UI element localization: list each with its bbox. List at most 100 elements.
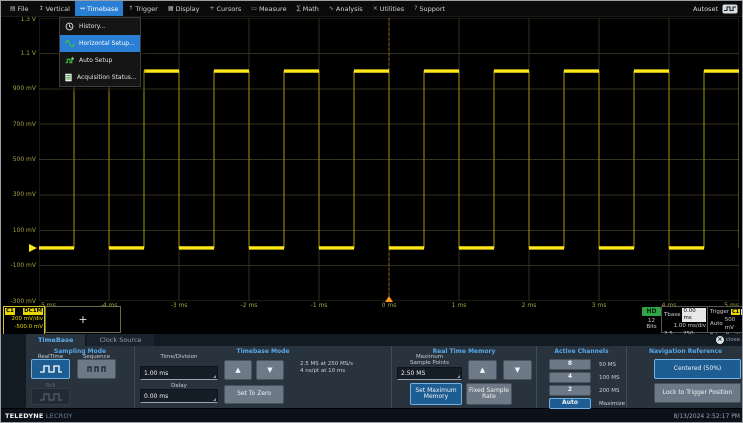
display-icon: ▦ bbox=[168, 5, 174, 12]
hd-badge: HD bbox=[642, 307, 661, 316]
utilities-icon: × bbox=[373, 5, 378, 12]
menu-item-display[interactable]: ▦Display bbox=[163, 1, 205, 16]
fixed-sample-rate-label: Fixed Sample Rate bbox=[468, 388, 510, 401]
file-icon: ▤ bbox=[10, 5, 16, 12]
hd-indicator: HD 12 Bits bbox=[642, 307, 661, 330]
roll-mode-button[interactable] bbox=[31, 388, 70, 405]
trigger-source-badge: C1 bbox=[731, 309, 740, 315]
horizontal-setup-icon bbox=[64, 39, 75, 48]
channel1-descriptor-top: C1 DC1M bbox=[5, 308, 43, 315]
tbase-label: Tbase bbox=[664, 311, 680, 319]
menu-item-utilities[interactable]: ×Utilities bbox=[368, 1, 410, 16]
active-channels-memory-label: 50 MS bbox=[599, 362, 616, 368]
timebase-summary-box[interactable]: Tbase 0.00 ms 1.00 ms/div 2.5 MS 250 MS/… bbox=[661, 306, 709, 333]
menu-item-analysis[interactable]: ∿Analysis bbox=[324, 1, 368, 16]
y-axis-tick-label: 100 mV bbox=[1, 227, 36, 234]
trigger-icon: ↑ bbox=[128, 5, 133, 12]
menu-item-trigger[interactable]: ↑Trigger bbox=[123, 1, 162, 16]
math-icon: ∑ bbox=[297, 5, 301, 12]
trigger-label: Trigger bbox=[710, 308, 729, 316]
autoset-button[interactable]: Autoset bbox=[693, 5, 718, 13]
menu-item-file[interactable]: ▤File bbox=[5, 1, 34, 16]
active-channels-row: 2200 MS bbox=[549, 385, 619, 396]
y-axis-tick-label: 300 mV bbox=[1, 191, 36, 198]
sequence-mode-button[interactable] bbox=[77, 359, 116, 379]
set-to-zero-button[interactable]: Set To Zero bbox=[224, 385, 284, 404]
y-axis-tick-label: 1.3 V bbox=[1, 16, 36, 23]
realtime-mode-button[interactable] bbox=[31, 359, 70, 379]
tab-timebase[interactable]: TimeBase bbox=[26, 334, 85, 346]
x-axis-tick-label: 3 ms bbox=[589, 302, 609, 309]
square-wave-icon bbox=[39, 364, 63, 374]
active-channels-title: Active Channels bbox=[537, 348, 626, 355]
history-clock-icon bbox=[64, 22, 75, 31]
menu-item-label: Cursors bbox=[217, 5, 242, 13]
menu-item-label: Trigger bbox=[135, 5, 157, 13]
menu-item-measure[interactable]: ▭Measure bbox=[246, 1, 291, 16]
tab-clock-source[interactable]: Clock Source bbox=[87, 334, 153, 346]
x-axis-tick-label: -2 ms bbox=[239, 302, 259, 309]
fixed-sample-rate-button[interactable]: Fixed Sample Rate bbox=[466, 383, 512, 405]
x-axis-tick-label: 2 ms bbox=[519, 302, 539, 309]
max-sample-points-field[interactable]: 2.50 MS bbox=[397, 367, 462, 380]
menu-item-label: Utilities bbox=[380, 5, 404, 13]
max-sample-points-label2: Sample Points bbox=[397, 360, 462, 366]
dropdown-item-label: Auto Setup bbox=[79, 57, 112, 64]
channel1-ground-level-marker[interactable] bbox=[29, 244, 37, 252]
x-axis-tick-label: 1 ms bbox=[449, 302, 469, 309]
active-channels-auto-button[interactable]: Auto bbox=[549, 398, 591, 409]
y-axis-tick-label: 1.1 V bbox=[1, 50, 36, 57]
time-division-increase-button[interactable]: ▲ bbox=[224, 360, 252, 380]
y-axis-tick-label: 900 mV bbox=[1, 85, 36, 92]
active-channels-row: 8 50 MS bbox=[549, 359, 616, 370]
brand-primary: TELEDYNE bbox=[5, 412, 44, 420]
active-channels-row: 4100 MS bbox=[549, 372, 619, 383]
menu-item-horizontal-setup[interactable]: Horizontal Setup... bbox=[60, 35, 140, 52]
lock-to-trigger-position-button[interactable]: Lock to Trigger Position bbox=[654, 383, 741, 403]
set-maximum-memory-button[interactable]: Set Maximum Memory bbox=[410, 383, 462, 405]
lecroy-logo-icon[interactable] bbox=[722, 0, 738, 18]
menu-item-support[interactable]: ?Support bbox=[409, 1, 450, 16]
set-maximum-memory-label: Set Maximum Memory bbox=[412, 388, 460, 401]
menu-item-acquisition-status[interactable]: Acquisition Status... bbox=[60, 69, 140, 86]
active-channels-8-button[interactable]: 8 bbox=[549, 359, 591, 370]
add-trace-button[interactable]: + bbox=[45, 306, 121, 333]
trigger-summary-box[interactable]: Trigger C1 DC Auto 500 mV Edge Positive bbox=[707, 306, 743, 333]
delay-field[interactable]: 0.00 ms bbox=[140, 389, 218, 403]
dialog-close-button[interactable]: × close bbox=[716, 336, 740, 344]
y-axis-tick-label: 500 mV bbox=[1, 156, 36, 163]
y-axis-tick-label: -300 mV bbox=[1, 298, 36, 305]
menu-item-cursors[interactable]: +Cursors bbox=[204, 1, 246, 16]
trigger-time-marker[interactable] bbox=[385, 296, 393, 302]
cursors-icon: + bbox=[209, 5, 214, 12]
up-arrow-icon: ▲ bbox=[480, 367, 485, 374]
waveform-plot bbox=[39, 18, 739, 301]
time-division-field[interactable]: 1.00 ms bbox=[140, 366, 218, 380]
centered-button[interactable]: Centered (50%) bbox=[654, 359, 741, 379]
footer-bar: TELEDYNE LECROY 8/13/2024 2:52:17 PM bbox=[1, 409, 743, 423]
max-sample-points-increase-button[interactable]: ▲ bbox=[468, 360, 497, 380]
down-arrow-icon: ▼ bbox=[515, 367, 520, 374]
measure-icon: ▭ bbox=[251, 5, 257, 12]
brand-logo: TELEDYNE LECROY bbox=[5, 412, 73, 420]
menu-item-timebase[interactable]: ↔Timebase bbox=[75, 1, 123, 16]
section-navigation-reference: Navigation Reference Centered (50%) Lock… bbox=[626, 346, 743, 408]
menu-item-math[interactable]: ∑Math bbox=[292, 1, 324, 16]
tbase-per-div: 1.00 ms/div bbox=[674, 322, 706, 330]
active-channels-2-button[interactable]: 2 bbox=[549, 385, 591, 396]
active-channels-4-button[interactable]: 4 bbox=[549, 372, 591, 383]
oscilloscope-screen: ▤File↕Vertical↔Timebase↑Trigger▦Display+… bbox=[0, 0, 743, 423]
time-division-decrease-button[interactable]: ▼ bbox=[256, 360, 284, 380]
y-axis-tick-label: -100 mV bbox=[1, 262, 36, 269]
channel1-descriptor-box[interactable]: C1 DC1M 200 mV/div -500.0 mV bbox=[3, 306, 45, 335]
menu-item-vertical[interactable]: ↕Vertical bbox=[34, 1, 75, 16]
channel1-label: C1 bbox=[5, 308, 15, 315]
trigger-mode: Auto bbox=[710, 320, 723, 328]
menu-item-history[interactable]: History... bbox=[60, 18, 140, 35]
timebase-info-text: 2.5 MS at 250 MS/s 4 ns/pt at 10 ms bbox=[300, 361, 353, 375]
max-sample-points-decrease-button[interactable]: ▼ bbox=[503, 360, 532, 380]
section-timebase-mode: Timebase Mode Time/Division 1.00 ms ▲ ▼ … bbox=[134, 346, 391, 408]
menu-item-auto-setup[interactable]: Auto Setup bbox=[60, 52, 140, 69]
bits-label: 12 Bits bbox=[642, 318, 661, 330]
menu-bar: ▤File↕Vertical↔Timebase↑Trigger▦Display+… bbox=[1, 1, 742, 17]
